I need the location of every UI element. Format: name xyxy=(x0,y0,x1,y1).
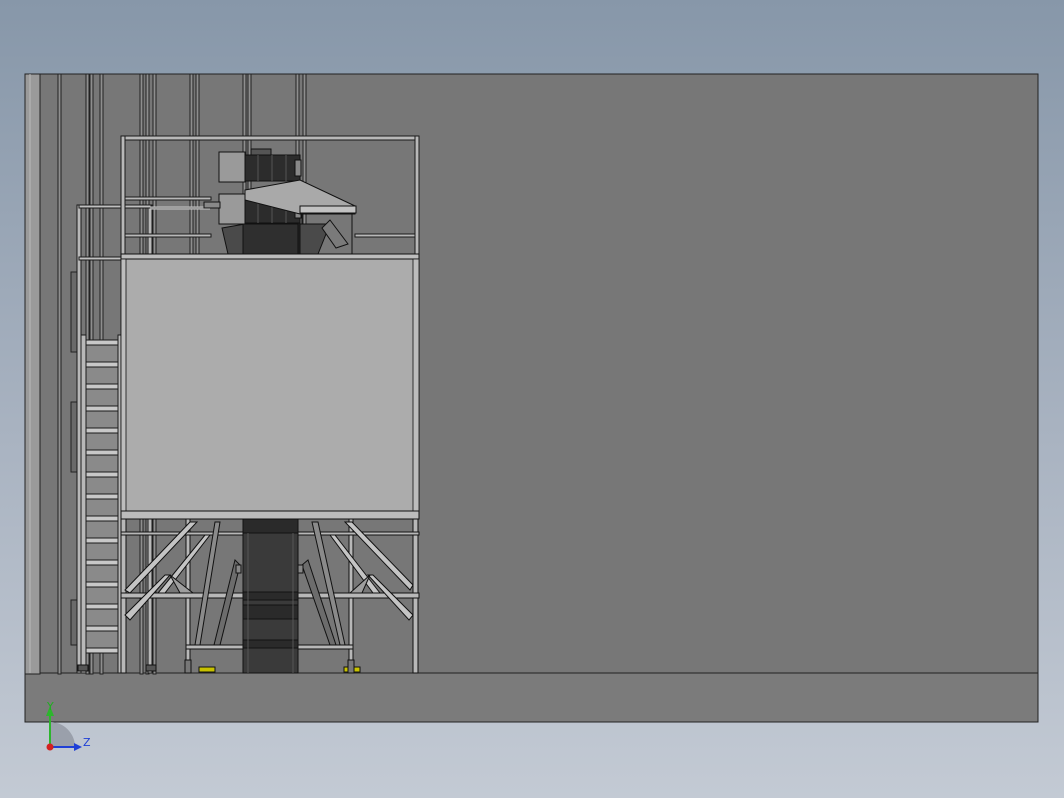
triad-plane-shade xyxy=(50,722,75,747)
triad-label-y: Y xyxy=(46,700,54,713)
wall-column xyxy=(24,73,41,675)
triad-label-z: Z xyxy=(83,736,91,749)
floor-slab xyxy=(24,672,1039,723)
bucket-elevator-casing xyxy=(235,518,304,674)
triad-z-arrow xyxy=(74,743,82,751)
triad-origin xyxy=(46,743,54,751)
silo-bin xyxy=(120,258,420,520)
cad-viewport[interactable]: Y Z xyxy=(0,0,1064,798)
